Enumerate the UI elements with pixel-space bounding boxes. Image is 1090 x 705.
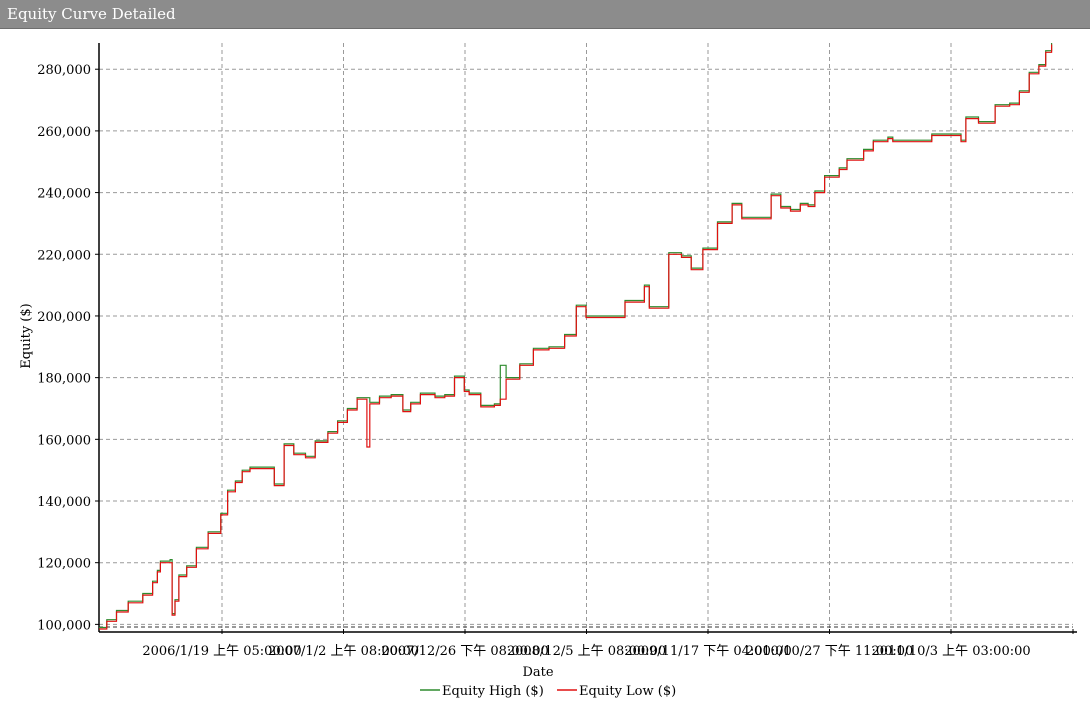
y-ticks: 100,000 120,000 140,000 160,000 180,000 200,0… [37, 63, 99, 633]
y-tick-label: 140,000 [37, 495, 91, 510]
y-tick-label: 240,000 [37, 187, 91, 202]
y-tick-label: 220,000 [37, 248, 91, 263]
y-tick-label: 160,000 [37, 433, 91, 448]
axes [98, 43, 1077, 633]
y-tick-label: 120,000 [37, 557, 91, 572]
equity-chart: 100,000 120,000 140,000 160,000 180,000 200,0… [19, 43, 1077, 699]
x-axis-title: Date [522, 665, 553, 680]
chart-title-bar: Equity Curve Detailed [0, 0, 1090, 29]
y-tick-label: 260,000 [37, 125, 91, 140]
legend: Equity High ($) Equity Low ($) [420, 684, 676, 699]
x-ticks: 2006/1/19 上午 05:00:002007/1/2 上午 08:00:0… [142, 629, 1074, 659]
y-tick-label: 100,000 [37, 618, 91, 633]
x-tick-label: 2011/10/3 上午 03:00:00 [871, 644, 1030, 659]
legend-label-equity-high: Equity High ($) [442, 684, 544, 699]
legend-label-equity-low: Equity Low ($) [579, 684, 676, 699]
window-title: Equity Curve Detailed [7, 5, 176, 23]
y-tick-label: 280,000 [37, 63, 91, 78]
y-axis-title: Equity ($) [19, 303, 34, 368]
grid-lines [99, 43, 1073, 629]
y-tick-label: 180,000 [37, 372, 91, 387]
y-tick-label: 200,000 [37, 310, 91, 325]
series-line-equity-low [99, 44, 1053, 630]
